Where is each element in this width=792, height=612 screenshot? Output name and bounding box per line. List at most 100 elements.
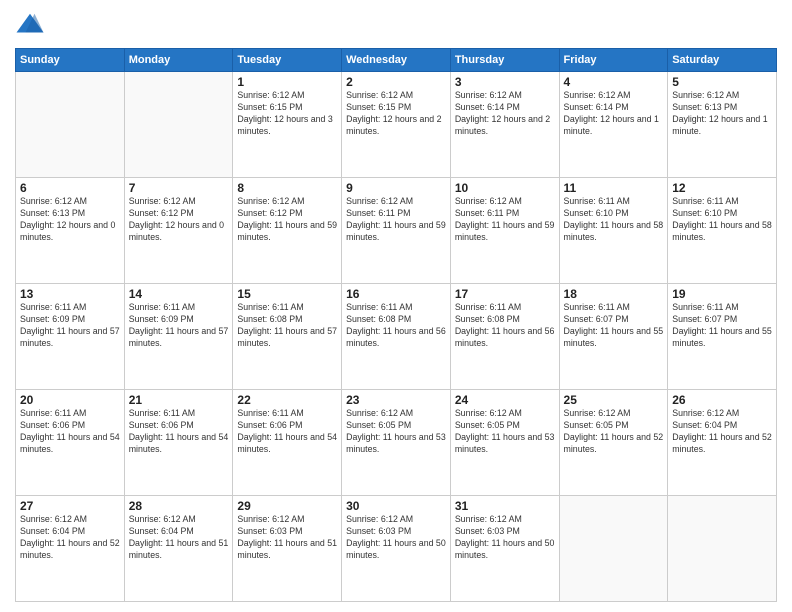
calendar-day-cell: 16Sunrise: 6:11 AM Sunset: 6:08 PM Dayli… [342,284,451,390]
day-number: 6 [20,181,120,195]
calendar-day-cell: 7Sunrise: 6:12 AM Sunset: 6:12 PM Daylig… [124,178,233,284]
day-number: 19 [672,287,772,301]
calendar-day-cell: 9Sunrise: 6:12 AM Sunset: 6:11 PM Daylig… [342,178,451,284]
calendar-day-cell: 4Sunrise: 6:12 AM Sunset: 6:14 PM Daylig… [559,72,668,178]
calendar-day-cell: 15Sunrise: 6:11 AM Sunset: 6:08 PM Dayli… [233,284,342,390]
day-number: 2 [346,75,446,89]
day-number: 24 [455,393,555,407]
day-number: 27 [20,499,120,513]
calendar-day-cell: 26Sunrise: 6:12 AM Sunset: 6:04 PM Dayli… [668,390,777,496]
day-info: Sunrise: 6:12 AM Sunset: 6:11 PM Dayligh… [455,196,555,244]
calendar-day-cell: 25Sunrise: 6:12 AM Sunset: 6:05 PM Dayli… [559,390,668,496]
calendar-day-header: Wednesday [342,49,451,72]
day-info: Sunrise: 6:12 AM Sunset: 6:05 PM Dayligh… [455,408,555,456]
day-number: 10 [455,181,555,195]
calendar-day-cell: 20Sunrise: 6:11 AM Sunset: 6:06 PM Dayli… [16,390,125,496]
day-number: 30 [346,499,446,513]
page: SundayMondayTuesdayWednesdayThursdayFrid… [0,0,792,612]
day-number: 22 [237,393,337,407]
day-number: 7 [129,181,229,195]
day-info: Sunrise: 6:11 AM Sunset: 6:06 PM Dayligh… [237,408,337,456]
day-info: Sunrise: 6:12 AM Sunset: 6:15 PM Dayligh… [346,90,446,138]
calendar-day-cell: 24Sunrise: 6:12 AM Sunset: 6:05 PM Dayli… [450,390,559,496]
calendar-day-header: Friday [559,49,668,72]
day-number: 11 [564,181,664,195]
calendar-day-cell: 2Sunrise: 6:12 AM Sunset: 6:15 PM Daylig… [342,72,451,178]
day-info: Sunrise: 6:12 AM Sunset: 6:03 PM Dayligh… [237,514,337,562]
day-info: Sunrise: 6:11 AM Sunset: 6:07 PM Dayligh… [672,302,772,350]
calendar-day-cell: 6Sunrise: 6:12 AM Sunset: 6:13 PM Daylig… [16,178,125,284]
day-info: Sunrise: 6:12 AM Sunset: 6:04 PM Dayligh… [129,514,229,562]
logo-icon [15,10,45,40]
day-info: Sunrise: 6:12 AM Sunset: 6:15 PM Dayligh… [237,90,337,138]
day-number: 29 [237,499,337,513]
day-info: Sunrise: 6:12 AM Sunset: 6:14 PM Dayligh… [455,90,555,138]
day-info: Sunrise: 6:11 AM Sunset: 6:09 PM Dayligh… [20,302,120,350]
day-number: 23 [346,393,446,407]
day-number: 28 [129,499,229,513]
day-number: 1 [237,75,337,89]
calendar-day-cell: 3Sunrise: 6:12 AM Sunset: 6:14 PM Daylig… [450,72,559,178]
calendar-day-header: Sunday [16,49,125,72]
day-info: Sunrise: 6:11 AM Sunset: 6:07 PM Dayligh… [564,302,664,350]
day-number: 12 [672,181,772,195]
day-number: 21 [129,393,229,407]
day-number: 16 [346,287,446,301]
day-info: Sunrise: 6:11 AM Sunset: 6:09 PM Dayligh… [129,302,229,350]
calendar-day-cell: 10Sunrise: 6:12 AM Sunset: 6:11 PM Dayli… [450,178,559,284]
calendar-day-cell: 31Sunrise: 6:12 AM Sunset: 6:03 PM Dayli… [450,496,559,602]
day-info: Sunrise: 6:11 AM Sunset: 6:06 PM Dayligh… [20,408,120,456]
day-number: 25 [564,393,664,407]
calendar-day-cell: 18Sunrise: 6:11 AM Sunset: 6:07 PM Dayli… [559,284,668,390]
day-info: Sunrise: 6:12 AM Sunset: 6:12 PM Dayligh… [237,196,337,244]
calendar-day-cell: 13Sunrise: 6:11 AM Sunset: 6:09 PM Dayli… [16,284,125,390]
day-info: Sunrise: 6:12 AM Sunset: 6:05 PM Dayligh… [564,408,664,456]
calendar-day-cell: 8Sunrise: 6:12 AM Sunset: 6:12 PM Daylig… [233,178,342,284]
header [15,10,777,40]
calendar-day-cell: 5Sunrise: 6:12 AM Sunset: 6:13 PM Daylig… [668,72,777,178]
day-info: Sunrise: 6:11 AM Sunset: 6:10 PM Dayligh… [564,196,664,244]
calendar-table: SundayMondayTuesdayWednesdayThursdayFrid… [15,48,777,602]
day-number: 18 [564,287,664,301]
calendar-week-row: 13Sunrise: 6:11 AM Sunset: 6:09 PM Dayli… [16,284,777,390]
day-number: 14 [129,287,229,301]
day-info: Sunrise: 6:12 AM Sunset: 6:05 PM Dayligh… [346,408,446,456]
calendar-day-cell: 30Sunrise: 6:12 AM Sunset: 6:03 PM Dayli… [342,496,451,602]
calendar-day-cell: 11Sunrise: 6:11 AM Sunset: 6:10 PM Dayli… [559,178,668,284]
day-number: 13 [20,287,120,301]
day-info: Sunrise: 6:12 AM Sunset: 6:04 PM Dayligh… [672,408,772,456]
calendar-day-header: Monday [124,49,233,72]
day-info: Sunrise: 6:12 AM Sunset: 6:04 PM Dayligh… [20,514,120,562]
calendar-day-cell [16,72,125,178]
calendar-day-cell: 14Sunrise: 6:11 AM Sunset: 6:09 PM Dayli… [124,284,233,390]
calendar-day-cell: 19Sunrise: 6:11 AM Sunset: 6:07 PM Dayli… [668,284,777,390]
day-info: Sunrise: 6:12 AM Sunset: 6:03 PM Dayligh… [346,514,446,562]
calendar-day-cell: 1Sunrise: 6:12 AM Sunset: 6:15 PM Daylig… [233,72,342,178]
day-info: Sunrise: 6:12 AM Sunset: 6:12 PM Dayligh… [129,196,229,244]
day-info: Sunrise: 6:11 AM Sunset: 6:08 PM Dayligh… [237,302,337,350]
calendar-day-cell: 12Sunrise: 6:11 AM Sunset: 6:10 PM Dayli… [668,178,777,284]
calendar-header-row: SundayMondayTuesdayWednesdayThursdayFrid… [16,49,777,72]
calendar-day-header: Saturday [668,49,777,72]
day-number: 4 [564,75,664,89]
day-info: Sunrise: 6:12 AM Sunset: 6:14 PM Dayligh… [564,90,664,138]
day-info: Sunrise: 6:11 AM Sunset: 6:06 PM Dayligh… [129,408,229,456]
calendar-week-row: 1Sunrise: 6:12 AM Sunset: 6:15 PM Daylig… [16,72,777,178]
day-number: 3 [455,75,555,89]
calendar-week-row: 20Sunrise: 6:11 AM Sunset: 6:06 PM Dayli… [16,390,777,496]
day-info: Sunrise: 6:12 AM Sunset: 6:03 PM Dayligh… [455,514,555,562]
calendar-day-cell: 28Sunrise: 6:12 AM Sunset: 6:04 PM Dayli… [124,496,233,602]
calendar-week-row: 6Sunrise: 6:12 AM Sunset: 6:13 PM Daylig… [16,178,777,284]
day-info: Sunrise: 6:11 AM Sunset: 6:08 PM Dayligh… [455,302,555,350]
calendar-day-cell [124,72,233,178]
calendar-day-header: Thursday [450,49,559,72]
calendar-day-cell: 23Sunrise: 6:12 AM Sunset: 6:05 PM Dayli… [342,390,451,496]
calendar-day-cell [559,496,668,602]
calendar-week-row: 27Sunrise: 6:12 AM Sunset: 6:04 PM Dayli… [16,496,777,602]
calendar-day-cell: 27Sunrise: 6:12 AM Sunset: 6:04 PM Dayli… [16,496,125,602]
day-number: 31 [455,499,555,513]
day-info: Sunrise: 6:11 AM Sunset: 6:10 PM Dayligh… [672,196,772,244]
calendar-day-cell: 21Sunrise: 6:11 AM Sunset: 6:06 PM Dayli… [124,390,233,496]
day-number: 9 [346,181,446,195]
day-info: Sunrise: 6:12 AM Sunset: 6:13 PM Dayligh… [20,196,120,244]
